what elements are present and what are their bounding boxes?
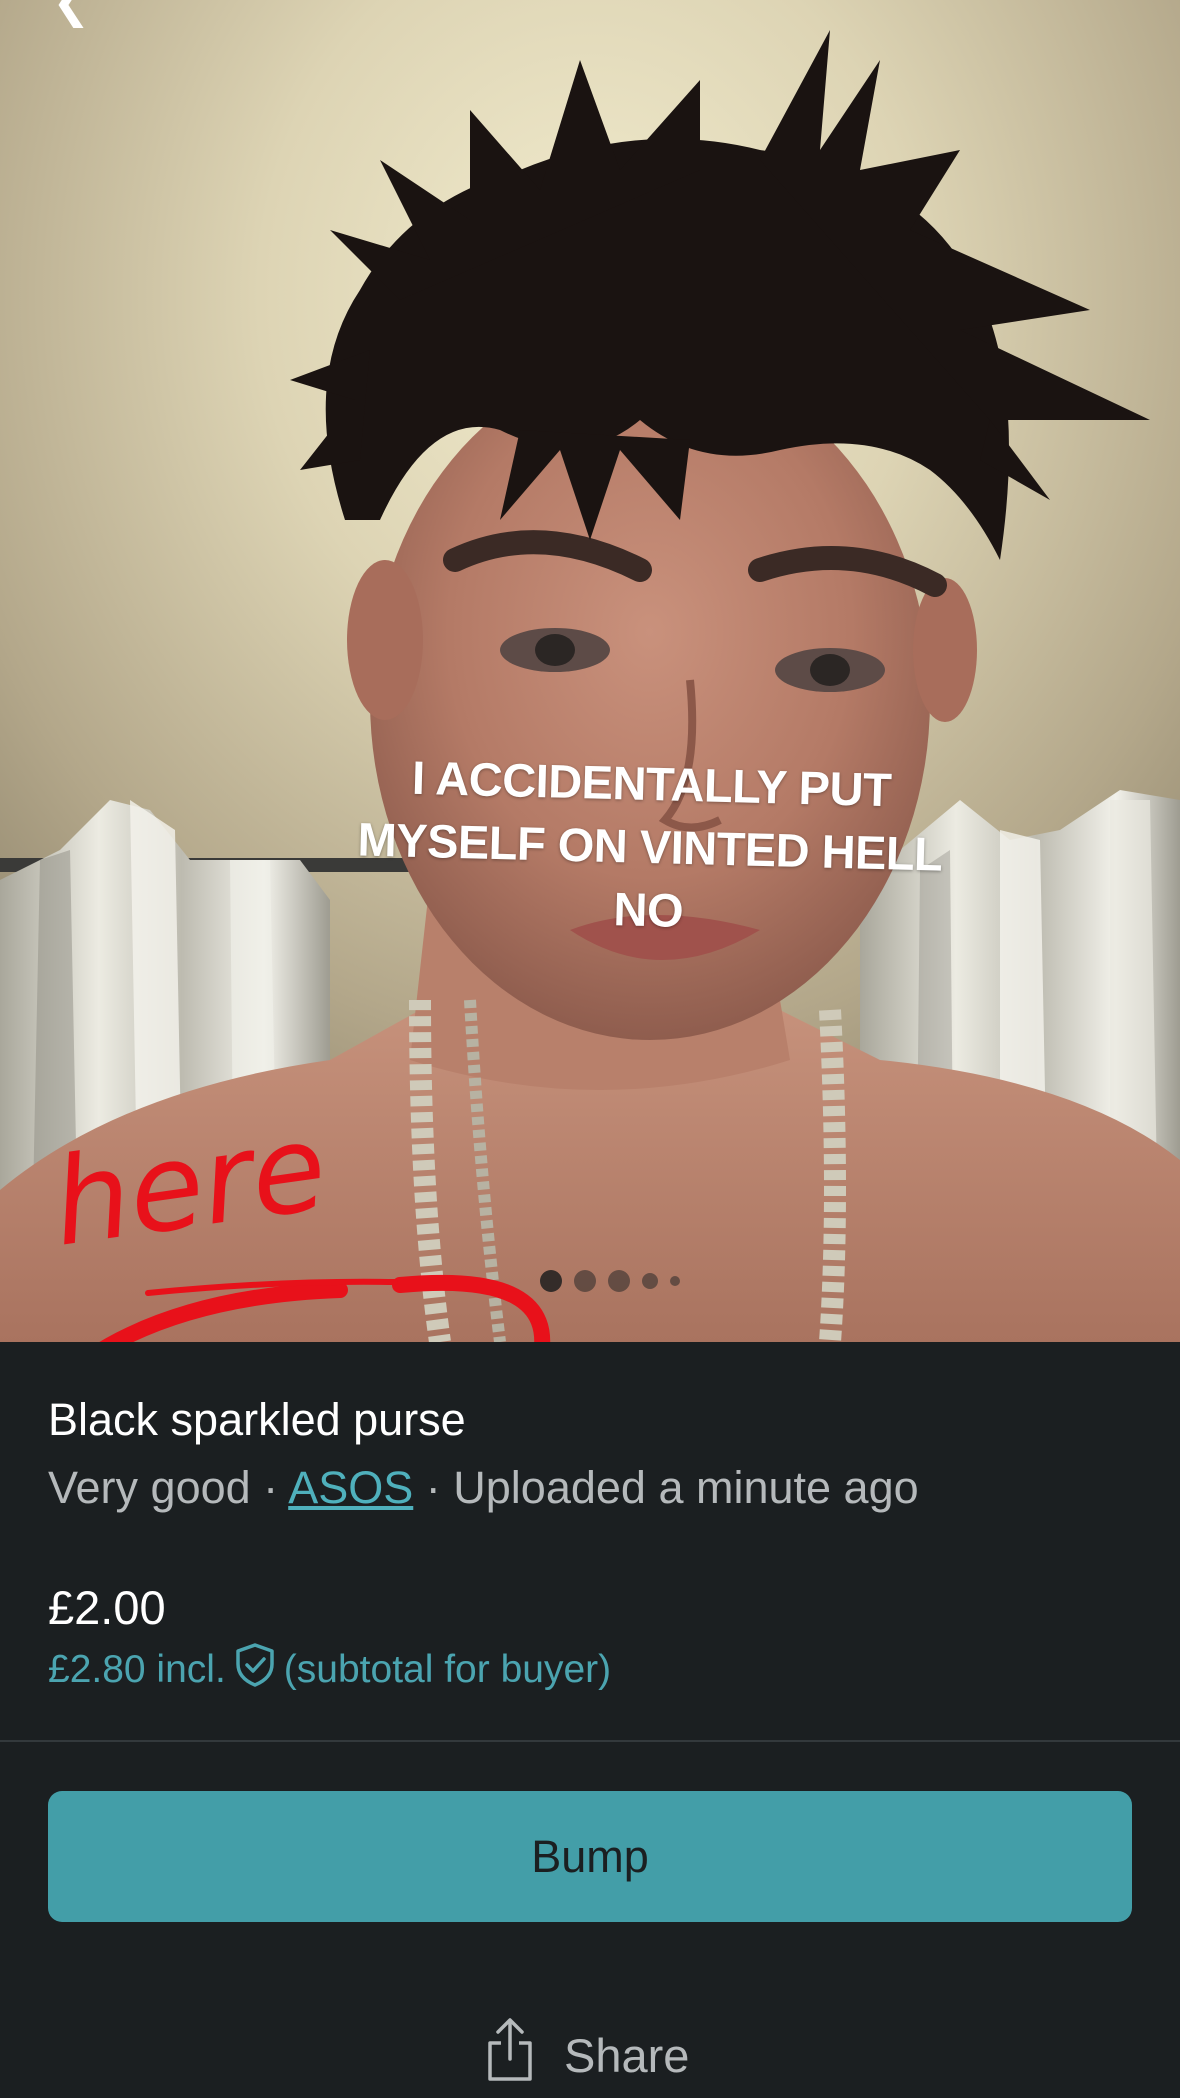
bump-button[interactable]: Bump [48, 1791, 1132, 1922]
share-label: Share [564, 2029, 690, 2082]
item-meta: Very good · ASOS · Uploaded a minute ago [48, 1462, 919, 1514]
shield-check-icon[interactable] [234, 1642, 276, 1698]
photo-caption: I ACCIDENTALLY PUT MYSELF ON VINTED HELL… [288, 743, 1013, 951]
item-price: £2.00 [48, 1581, 166, 1634]
buyer-price: £2.80 incl. [48, 1648, 226, 1691]
upload-time: Uploaded a minute ago [453, 1462, 919, 1513]
section-divider [0, 1740, 1180, 1742]
pager-dot[interactable] [540, 1270, 562, 1292]
share-icon [484, 2017, 536, 2094]
item-title: Black sparkled purse [48, 1394, 466, 1445]
listing-photo[interactable]: here ❮ ••• I ACCIDENTALLY PUT MYSELF ON … [0, 0, 1180, 1342]
more-dots-icon[interactable]: ••• [1068, 0, 1128, 16]
listing-info: Black sparkled purse Very good · ASOS · … [0, 1342, 1180, 2098]
pager-dot[interactable] [608, 1270, 630, 1292]
meta-separator: · [263, 1462, 279, 1513]
listing-screen: here ❮ ••• I ACCIDENTALLY PUT MYSELF ON … [0, 0, 1180, 2098]
buyer-price-row[interactable]: £2.80 incl. (subtotal for buyer) [48, 1642, 611, 1698]
chevron-left-icon[interactable]: ❮ [52, 0, 91, 24]
share-button[interactable]: Share [484, 2017, 689, 2094]
item-condition: Very good [48, 1462, 251, 1513]
buyer-price-note: (subtotal for buyer) [283, 1648, 612, 1691]
brand-link[interactable]: ASOS [288, 1462, 413, 1513]
pager-dot[interactable] [670, 1276, 680, 1286]
photo-scene: here [0, 0, 1180, 1342]
pager-dot[interactable] [642, 1273, 658, 1289]
pager-dot[interactable] [574, 1270, 596, 1292]
photo-pager[interactable] [540, 1270, 680, 1292]
meta-separator: · [425, 1462, 441, 1513]
